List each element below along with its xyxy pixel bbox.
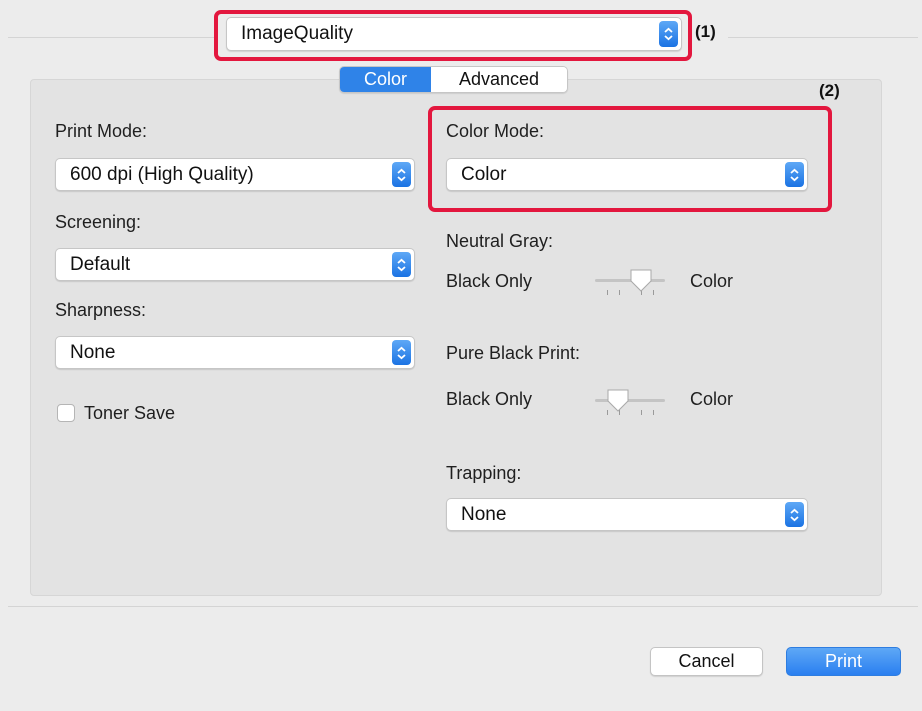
- sharpness-value: None: [70, 341, 116, 363]
- chevron-updown-icon: [785, 162, 804, 187]
- neutral-gray-right-label: Color: [690, 271, 734, 291]
- print-mode-value: 600 dpi (High Quality): [70, 163, 254, 185]
- slider-tick: [653, 410, 654, 415]
- pure-black-print-slider[interactable]: [595, 385, 665, 425]
- color-mode-label: Color Mode:: [446, 121, 545, 141]
- chevron-updown-icon: [392, 252, 411, 277]
- toner-save-label: Toner Save: [84, 403, 176, 423]
- annotation-2: (2): [819, 81, 840, 100]
- tab-bar: Color Advanced: [339, 66, 568, 93]
- color-mode-popup[interactable]: Color: [446, 158, 808, 191]
- neutral-gray-left-label: Black Only: [446, 271, 533, 291]
- tab-color[interactable]: Color: [340, 67, 431, 92]
- annotation-1: (1): [695, 22, 716, 41]
- trapping-label: Trapping:: [446, 463, 522, 483]
- pure-black-print-left-label: Black Only: [446, 389, 533, 409]
- neutral-gray-label: Neutral Gray:: [446, 231, 554, 251]
- color-mode-value: Color: [461, 163, 507, 185]
- preset-popup[interactable]: ImageQuality: [226, 17, 682, 51]
- screening-label: Screening:: [55, 212, 142, 232]
- top-separator-right: [728, 37, 918, 38]
- pure-black-print-label: Pure Black Print:: [446, 343, 581, 363]
- slider-knob[interactable]: [628, 267, 654, 293]
- screening-popup[interactable]: Default: [55, 248, 415, 281]
- sharpness-popup[interactable]: None: [55, 336, 415, 369]
- slider-tick: [607, 290, 608, 295]
- slider-tick: [619, 290, 620, 295]
- print-mode-popup[interactable]: 600 dpi (High Quality): [55, 158, 415, 191]
- tab-advanced[interactable]: Advanced: [431, 67, 567, 92]
- screening-value: Default: [70, 253, 131, 275]
- slider-tick: [641, 410, 642, 415]
- pure-black-print-right-label: Color: [690, 389, 734, 409]
- preset-popup-value: ImageQuality: [241, 23, 353, 44]
- chevron-updown-icon: [659, 21, 678, 47]
- sharpness-label: Sharpness:: [55, 300, 147, 320]
- print-button[interactable]: Print: [786, 647, 901, 676]
- toner-save-checkbox[interactable]: [57, 404, 75, 422]
- neutral-gray-slider[interactable]: [595, 265, 665, 305]
- trapping-value: None: [461, 503, 507, 525]
- slider-knob[interactable]: [605, 387, 631, 413]
- chevron-updown-icon: [392, 340, 411, 365]
- cancel-button[interactable]: Cancel: [650, 647, 763, 676]
- top-separator: [8, 37, 218, 38]
- chevron-updown-icon: [392, 162, 411, 187]
- chevron-updown-icon: [785, 502, 804, 527]
- print-mode-label: Print Mode:: [55, 121, 148, 141]
- bottom-separator: [8, 606, 918, 607]
- trapping-popup[interactable]: None: [446, 498, 808, 531]
